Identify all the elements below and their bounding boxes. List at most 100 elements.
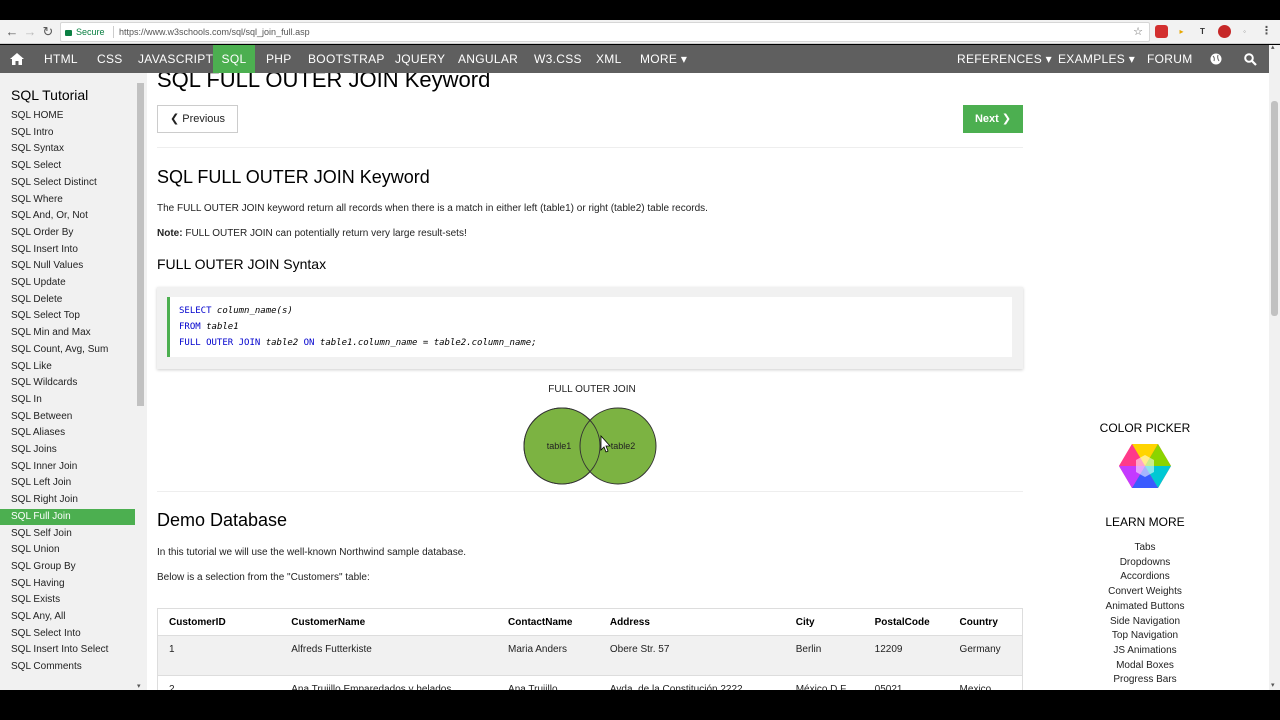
color-picker-icon[interactable] [1119, 443, 1171, 489]
sidebar-item[interactable]: SQL Delete [0, 292, 135, 308]
table-cell: Obere Str. 57 [598, 635, 785, 676]
nav-angular[interactable]: ANGULAR [458, 45, 518, 73]
sidebar-item[interactable]: SQL Aliases [0, 425, 135, 441]
learn-more-link[interactable]: Animated Buttons [1085, 601, 1205, 612]
sidebar-item[interactable]: SQL Exists [0, 592, 135, 608]
sidebar-item[interactable]: SQL Between [0, 409, 135, 425]
globe-icon[interactable] [1210, 53, 1222, 65]
sidebar-item[interactable]: SQL Intro [0, 125, 135, 141]
sidebar-item[interactable]: SQL Having [0, 576, 135, 592]
nav-references[interactable]: REFERENCES ▾ [957, 45, 1052, 73]
learn-more-link[interactable]: Dropdowns [1085, 557, 1205, 568]
reload-icon[interactable]: ↻ [39, 23, 57, 41]
nav-php[interactable]: PHP [266, 45, 292, 73]
address-bar[interactable]: Secure https://www.w3schools.com/sql/sql… [60, 22, 1150, 42]
sidebar-item[interactable]: SQL Inner Join [0, 459, 135, 475]
back-icon[interactable]: ← [3, 23, 21, 41]
sidebar-item[interactable]: SQL Comments [0, 659, 135, 675]
nav-css[interactable]: CSS [97, 45, 123, 73]
sidebar-item[interactable]: SQL Select Into [0, 626, 135, 642]
learn-more-link[interactable]: Top Navigation [1085, 630, 1205, 641]
next-button[interactable]: Next ❯ [963, 105, 1023, 133]
venn-left-label: table1 [547, 441, 572, 451]
extension-red-icon[interactable] [1218, 25, 1231, 38]
sidebar-item[interactable]: SQL Any, All [0, 609, 135, 625]
learn-more-link[interactable]: Modal Boxes [1085, 660, 1205, 671]
learn-more-link[interactable]: JS Animations [1085, 645, 1205, 656]
learn-more-link[interactable]: Tabs [1085, 542, 1205, 553]
scroll-up-icon[interactable]: ▴ [1271, 43, 1275, 51]
sidebar-item[interactable]: SQL Self Join [0, 526, 135, 542]
lock-icon [65, 30, 72, 36]
code-line-1: SELECT column_name(s) [179, 306, 293, 316]
page-content: SQL Tutorial SQL HOME SQL Intro SQL Syntax… [0, 73, 1269, 690]
sidebar-item[interactable]: SQL HOME [0, 108, 135, 124]
extension-play-icon[interactable]: ▸ [1175, 25, 1188, 38]
table-cell: Berlin [784, 635, 864, 676]
learn-more-link[interactable]: Convert Weights [1085, 586, 1205, 597]
learn-more-link[interactable]: Side Navigation [1085, 616, 1205, 627]
sidebar: SQL Tutorial SQL HOME SQL Intro SQL Syntax… [0, 73, 147, 690]
table-cell: Avda. de la Constitución 2222 [598, 675, 785, 690]
sidebar-item[interactable]: SQL Group By [0, 559, 135, 575]
nav-w3css[interactable]: W3.CSS [534, 45, 582, 73]
nav-javascript[interactable]: JAVASCRIPT [138, 45, 213, 73]
sidebar-item[interactable]: SQL Insert Into [0, 242, 135, 258]
sidebar-item[interactable]: SQL Joins [0, 442, 135, 458]
sidebar-item[interactable]: SQL Insert Into Select [0, 642, 135, 658]
sidebar-scroll-down-icon[interactable]: ▾ [137, 682, 141, 690]
page-scrollbar-thumb[interactable] [1271, 101, 1278, 316]
table-header-cell: Address [598, 608, 785, 636]
nav-jquery[interactable]: JQUERY [395, 45, 445, 73]
divider [157, 491, 1023, 492]
table-body: 1 Alfreds Futterkiste Maria Anders Obere St… [157, 635, 1023, 690]
nav-forum[interactable]: FORUM [1147, 45, 1193, 73]
bookmark-star-icon[interactable]: ☆ [1133, 23, 1143, 41]
customers-table: CustomerID CustomerName ContactName Address… [157, 608, 1023, 690]
home-icon[interactable] [10, 53, 24, 65]
search-icon[interactable] [1244, 53, 1257, 66]
sidebar-item[interactable]: SQL Update [0, 275, 135, 291]
sidebar-scrollbar[interactable] [136, 83, 145, 690]
nav-xml[interactable]: XML [596, 45, 622, 73]
sidebar-item[interactable]: SQL Select [0, 158, 135, 174]
table-header-cell: CustomerID [157, 608, 281, 636]
sidebar-item[interactable]: SQL Min and Max [0, 325, 135, 341]
secure-indicator[interactable]: Secure [65, 23, 105, 41]
table-cell: Ana Trujillo Emparedados y helados [280, 675, 498, 690]
browser-menu-icon[interactable]: ⋮ [1260, 25, 1273, 38]
page-scrollbar[interactable]: ▴ ▾ [1269, 43, 1280, 690]
sidebar-item[interactable]: SQL Like [0, 359, 135, 375]
sidebar-item[interactable]: SQL And, Or, Not [0, 208, 135, 224]
scroll-down-icon[interactable]: ▾ [1271, 681, 1275, 689]
nav-examples[interactable]: EXAMPLES ▾ [1058, 45, 1135, 73]
learn-more-link[interactable]: Progress Bars [1085, 674, 1205, 685]
sidebar-item[interactable]: SQL Null Values [0, 258, 135, 274]
sidebar-item[interactable]: SQL Count, Avg, Sum [0, 342, 135, 358]
learn-more-link[interactable]: Accordions [1085, 571, 1205, 582]
table-cell: Alfreds Futterkiste [280, 635, 498, 676]
sidebar-item[interactable]: SQL Full Join [0, 508, 135, 525]
sidebar-item[interactable]: SQL Right Join [0, 492, 135, 508]
nav-sql[interactable]: SQL [213, 45, 255, 73]
sidebar-item[interactable]: SQL Order By [0, 225, 135, 241]
page-title: SQL FULL OUTER JOIN Keyword [157, 73, 491, 92]
forward-icon[interactable]: → [21, 23, 39, 41]
extension-t-icon[interactable]: T [1196, 25, 1209, 38]
extension-gray-icon[interactable]: ◦ [1238, 25, 1251, 38]
extension-adblock-icon[interactable] [1155, 25, 1168, 38]
sidebar-item[interactable]: SQL Wildcards [0, 375, 135, 391]
sidebar-item[interactable]: SQL Syntax [0, 141, 135, 157]
table-cell: 1 [157, 635, 281, 676]
sidebar-item[interactable]: SQL Select Top [0, 308, 135, 324]
sidebar-item[interactable]: SQL Union [0, 542, 135, 558]
sidebar-item[interactable]: SQL In [0, 392, 135, 408]
sidebar-item[interactable]: SQL Select Distinct [0, 175, 135, 191]
sidebar-item[interactable]: SQL Left Join [0, 475, 135, 491]
previous-button[interactable]: ❮ Previous [157, 105, 238, 133]
nav-html[interactable]: HTML [44, 45, 78, 73]
sidebar-item[interactable]: SQL Where [0, 192, 135, 208]
nav-bootstrap[interactable]: BOOTSTRAP [308, 45, 385, 73]
nav-more[interactable]: MORE ▾ [640, 45, 687, 73]
demo-title: Demo Database [157, 510, 288, 530]
